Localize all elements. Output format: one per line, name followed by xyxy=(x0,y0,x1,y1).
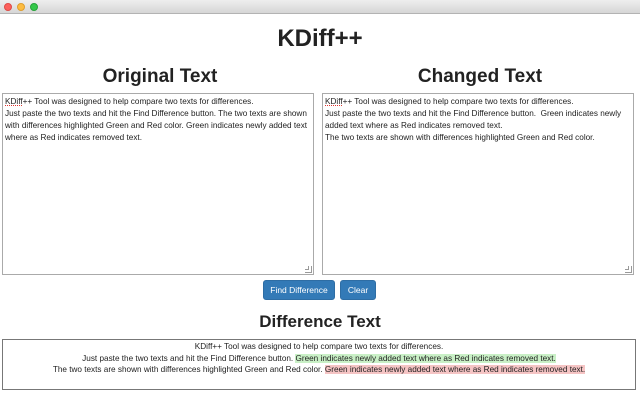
original-text-misspelled-word: KDiff xyxy=(5,97,23,106)
changed-text-misspelled-word: KDiff xyxy=(325,97,343,106)
diff-line: KDiff++ Tool was designed to help compar… xyxy=(3,341,635,353)
difference-output: KDiff++ Tool was designed to help compar… xyxy=(2,339,636,390)
find-difference-button[interactable]: Find Difference xyxy=(263,280,335,300)
changed-text-area[interactable]: KDiff++ Tool was designed to help compar… xyxy=(322,93,634,275)
window-titlebar xyxy=(0,0,640,14)
resize-grip-icon[interactable] xyxy=(305,266,312,273)
diff-removed-text: Green indicates newly added text where a… xyxy=(324,365,586,374)
original-text-heading: Original Text xyxy=(102,66,218,87)
changed-text-content: ++ Tool was designed to help compare two… xyxy=(325,97,622,142)
original-text-area[interactable]: KDiff++ Tool was designed to help compar… xyxy=(2,93,314,275)
diff-unchanged-text: KDiff++ Tool was designed to help compar… xyxy=(194,342,444,351)
difference-text-heading: Difference Text xyxy=(259,312,381,331)
resize-grip-icon[interactable] xyxy=(625,266,632,273)
diff-line: The two texts are shown with differences… xyxy=(3,364,635,376)
original-text-content: ++ Tool was designed to help compare two… xyxy=(5,97,308,142)
zoom-window-button[interactable] xyxy=(30,3,38,11)
minimize-window-button[interactable] xyxy=(17,3,25,11)
diff-unchanged-text: Just paste the two texts and hit the Fin… xyxy=(82,353,294,363)
clear-button[interactable]: Clear xyxy=(340,280,376,300)
diff-added-text: Green indicates newly added text where a… xyxy=(295,353,556,363)
diff-line: Just paste the two texts and hit the Fin… xyxy=(3,353,635,365)
app-window: KDiff++ Original Text Changed Text KDiff… xyxy=(0,14,640,400)
diff-unchanged-text: The two texts are shown with differences… xyxy=(52,365,323,374)
changed-text-heading: Changed Text xyxy=(417,66,543,87)
close-window-button[interactable] xyxy=(4,3,12,11)
app-title: KDiff++ xyxy=(277,25,363,52)
